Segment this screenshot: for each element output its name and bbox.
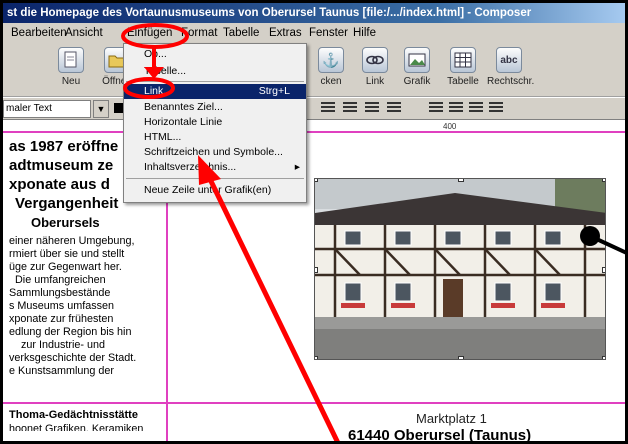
menu-item-label: Tabelle...	[144, 65, 187, 77]
menu-item-break-below-image[interactable]: Neue Zeile unter Grafik(en)	[124, 183, 306, 198]
address-street: Marktplatz 1	[416, 411, 487, 426]
image-button[interactable]: Grafik	[395, 47, 439, 87]
menu-item-object[interactable]: Ob...	[124, 47, 306, 59]
menu-item-table[interactable]: Tabelle...	[124, 64, 306, 79]
bullet-list-icon[interactable]	[321, 102, 335, 116]
table-button-label: Tabelle	[447, 76, 479, 87]
menu-item-html[interactable]: HTML...	[124, 130, 306, 145]
paragraph-style-select[interactable]: maler Text	[3, 100, 91, 118]
link-button-label: Link	[365, 76, 385, 87]
menu-extras[interactable]: Extras	[269, 23, 302, 43]
body-line: einer näheren Umgebung,	[9, 235, 135, 247]
menu-tabelle[interactable]: Tabelle	[223, 23, 259, 43]
anchor-icon: ⚓	[318, 47, 344, 73]
body-line: s Museums umfassen	[9, 300, 115, 312]
spellcheck-button[interactable]: abc Rechtschr.	[487, 47, 535, 87]
body-line: Sammlungsbestände	[9, 287, 111, 299]
align-left-icon[interactable]	[429, 102, 443, 116]
body-line: edlung der Region bis hin	[9, 326, 132, 338]
menu-item-label: Inhaltsverzeichnis...	[144, 161, 237, 173]
format-toolbar: maler Text ▼	[3, 98, 625, 120]
menu-format[interactable]: Format	[181, 23, 217, 43]
anchor-button[interactable]: ⚓ cken	[309, 47, 353, 87]
menu-item-shortcut: Strg+L	[258, 85, 290, 97]
insert-menu: Ob... Tabelle... Link... Strg+L Benannte…	[123, 43, 307, 203]
spellcheck-button-label: Rechtschr.	[487, 76, 535, 87]
body-line: zur Industrie- und	[21, 339, 106, 351]
anchor-button-label: cken	[320, 76, 342, 87]
menu-separator	[126, 81, 304, 82]
new-button[interactable]: Neu	[49, 47, 93, 87]
composer-window: st die Homepage des Vortaunusmuseums von…	[0, 0, 628, 444]
main-toolbar: Neu Öffnen ⚓ cken Link Grafik Tabelle ab…	[3, 43, 625, 97]
ruler-label: 400	[443, 122, 457, 131]
body-line: rmiert über sie und stellt	[9, 248, 125, 260]
chevron-down-icon[interactable]: ▼	[93, 100, 109, 118]
submenu-arrow-icon: ▸	[294, 161, 300, 173]
menu-bearbeiten[interactable]: Bearbeiten	[11, 23, 67, 43]
museum-photo[interactable]	[314, 178, 606, 360]
body-line: Die umfangreichen	[15, 274, 106, 286]
resize-handle[interactable]	[602, 267, 605, 273]
table-guide-line	[3, 131, 625, 133]
window-title: st die Homepage des Vortaunusmuseums von…	[3, 3, 625, 23]
menu-item-toc[interactable]: Inhaltsverzeichnis... ▸	[124, 160, 306, 175]
address-city: 61440 Oberursel (Taunus)	[348, 427, 532, 444]
resize-handle[interactable]	[315, 267, 318, 273]
menu-ansicht[interactable]: Ansicht	[65, 23, 103, 43]
menu-item-label: Horizontale Linie	[144, 116, 223, 128]
menu-item-characters[interactable]: Schriftzeichen und Symbole...	[124, 145, 306, 160]
align-right-icon[interactable]	[469, 102, 483, 116]
outdent-icon[interactable]	[365, 102, 379, 116]
new-button-label: Neu	[61, 76, 81, 87]
document-area[interactable]: 400 as 1987 eröffne adtmuseum ze xponate…	[3, 121, 625, 441]
table-guide-line	[3, 402, 625, 404]
menu-item-label: HTML...	[144, 131, 182, 143]
menu-item-label: Benanntes Ziel...	[144, 101, 223, 113]
numbered-list-icon[interactable]	[343, 102, 357, 116]
menu-item-label: Link...	[144, 85, 173, 97]
menu-bar: Bearbeiten Ansicht Einfügen Format Tabel…	[3, 23, 625, 43]
menu-fenster[interactable]: Fenster	[309, 23, 348, 43]
body-line: e Kunstsammlung der	[9, 365, 115, 377]
menu-item-label: Ob...	[144, 48, 167, 59]
new-document-icon	[58, 47, 84, 73]
menu-item-anchor[interactable]: Benanntes Ziel...	[124, 100, 306, 115]
menu-item-horizontal-line[interactable]: Horizontale Linie	[124, 115, 306, 130]
link-icon	[362, 47, 388, 73]
indent-icon[interactable]	[387, 102, 401, 116]
heading-line: Oberursels	[31, 215, 100, 230]
menu-separator	[126, 178, 304, 179]
section2-title: Thoma-Gedächtnisstätte	[9, 409, 138, 421]
resize-handle[interactable]	[602, 356, 605, 359]
resize-handle[interactable]	[315, 179, 318, 182]
body-line: üge zur Gegenwart her.	[9, 261, 122, 273]
align-center-icon[interactable]	[449, 102, 463, 116]
resize-handle[interactable]	[315, 356, 318, 359]
body-line: verksgeschichte der Stadt.	[9, 352, 137, 364]
menu-hilfe[interactable]: Hilfe	[353, 23, 376, 43]
body-line: xponate zur frühesten	[9, 313, 114, 325]
body-line: hoonet Grafiken, Keramiken	[9, 423, 144, 431]
resize-handle[interactable]	[458, 179, 464, 182]
table-button[interactable]: Tabelle	[441, 47, 485, 87]
align-justify-icon[interactable]	[489, 102, 503, 116]
resize-handle[interactable]	[458, 356, 464, 359]
resize-handle[interactable]	[602, 179, 605, 182]
menu-item-label: Neue Zeile unter Grafik(en)	[144, 184, 272, 196]
menu-item-link[interactable]: Link... Strg+L	[124, 84, 306, 99]
spellcheck-icon: abc	[496, 47, 522, 73]
menu-einfuegen[interactable]: Einfügen	[127, 23, 172, 43]
menu-item-label: Schriftzeichen und Symbole...	[144, 146, 283, 158]
image-icon	[404, 47, 430, 73]
image-button-label: Grafik	[403, 76, 431, 87]
table-icon	[450, 47, 476, 73]
link-button[interactable]: Link	[353, 47, 397, 87]
